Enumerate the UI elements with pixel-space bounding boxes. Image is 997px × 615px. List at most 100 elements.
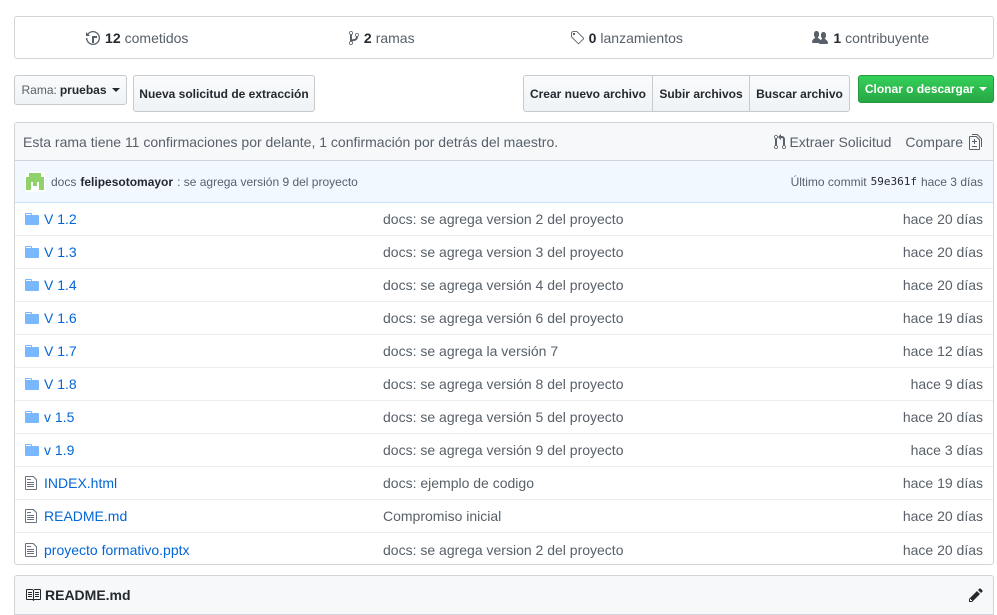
folder-icon bbox=[25, 211, 41, 227]
diff-icon bbox=[969, 133, 982, 150]
file-name-link[interactable]: V 1.7 bbox=[44, 343, 383, 359]
branches-count: 2 bbox=[363, 29, 372, 46]
file-name-link[interactable]: V 1.4 bbox=[44, 277, 383, 293]
file-age: hace 20 días bbox=[902, 277, 983, 293]
file-icon bbox=[25, 542, 41, 558]
file-name-link[interactable]: v 1.9 bbox=[44, 442, 383, 458]
file-navigation: Esta rama tiene 11 confirmaciones por de… bbox=[14, 122, 994, 565]
file-row: V 1.8 docs: se agrega versión 8 del proye… bbox=[15, 368, 993, 401]
file-age: hace 19 días bbox=[902, 475, 983, 491]
file-commit-message[interactable]: docs: se agrega version 3 del proyecto bbox=[383, 244, 883, 260]
file-icon bbox=[25, 508, 41, 524]
releases-label: lanzamientos bbox=[600, 29, 683, 46]
commit-message[interactable]: : se agrega versión 9 del proyecto bbox=[177, 175, 791, 189]
readme-title: README.md bbox=[45, 587, 131, 603]
commit-sha-link[interactable]: 59e361f bbox=[871, 175, 917, 188]
compare-link[interactable]: Compare bbox=[905, 133, 985, 150]
compare-label: Compare bbox=[905, 133, 963, 150]
file-name-link[interactable]: proyecto formativo.pptx bbox=[44, 542, 383, 558]
file-row: V 1.4 docs: se agrega versión 4 del proye… bbox=[15, 269, 993, 302]
file-name-link[interactable]: V 1.8 bbox=[44, 376, 383, 392]
file-commit-message[interactable]: docs: ejemplo de codigo bbox=[383, 475, 883, 491]
folder-icon bbox=[25, 277, 41, 293]
file-commit-message[interactable]: docs: se agrega versión 8 del proyecto bbox=[383, 376, 883, 392]
commit-author-link[interactable]: felipesotomayor bbox=[80, 175, 173, 189]
file-age: hace 9 días bbox=[910, 376, 983, 392]
avatar[interactable] bbox=[25, 171, 45, 192]
file-row: v 1.9 docs: se agrega versión 9 del proye… bbox=[15, 434, 993, 467]
file-commit-message[interactable]: docs: se agrega versión 6 del proyecto bbox=[383, 310, 883, 326]
branch-name: pruebas bbox=[59, 83, 107, 97]
file-list: V 1.2 docs: se agrega version 2 del proye… bbox=[15, 203, 993, 564]
file-row: V 1.7 docs: se agrega la versión 7 hace 12… bbox=[15, 335, 993, 368]
contributors-link[interactable]: 1 contribuyente bbox=[749, 17, 994, 58]
file-commit-message[interactable]: Compromiso inicial bbox=[383, 508, 883, 524]
file-commit-message[interactable]: docs: se agrega versión 5 del proyecto bbox=[383, 409, 883, 425]
file-commit-message[interactable]: docs: se agrega versión 9 del proyecto bbox=[383, 442, 883, 458]
latest-commit-bar: docs felipesotomayor : se agrega versión… bbox=[15, 161, 993, 203]
folder-icon bbox=[25, 442, 41, 458]
file-name-link[interactable]: V 1.2 bbox=[44, 211, 383, 227]
readme-header: README.md bbox=[14, 575, 994, 615]
clone-download-button[interactable]: Clonar o descargar bbox=[858, 75, 994, 103]
pull-request-link[interactable]: Extraer Solicitud bbox=[774, 133, 892, 150]
file-age: hace 12 días bbox=[902, 343, 983, 359]
file-icon bbox=[25, 475, 41, 491]
file-row: README.md Compromiso inicial hace 20 días bbox=[15, 500, 993, 533]
releases-link[interactable]: 0 lanzamientos bbox=[504, 17, 749, 58]
file-name-link[interactable]: README.md bbox=[44, 508, 383, 524]
caret-down-icon bbox=[111, 88, 120, 92]
history-icon bbox=[86, 30, 101, 45]
commits-link[interactable]: 12 cometidos bbox=[15, 17, 260, 58]
contributors-label: contribuyente bbox=[845, 29, 930, 46]
file-age: hace 20 días bbox=[902, 244, 983, 260]
pencil-icon[interactable] bbox=[969, 587, 983, 603]
file-age: hace 20 días bbox=[902, 508, 983, 524]
file-row: V 1.3 docs: se agrega version 3 del proye… bbox=[15, 236, 993, 269]
branch-prefix: Rama: bbox=[21, 83, 57, 97]
file-age: hace 20 días bbox=[902, 541, 983, 558]
book-icon bbox=[26, 589, 41, 601]
file-name-link[interactable]: V 1.3 bbox=[44, 244, 383, 260]
folder-icon bbox=[25, 343, 41, 359]
file-commit-message[interactable]: docs: se agrega version 2 del proyecto bbox=[383, 211, 883, 227]
file-name-link[interactable]: v 1.5 bbox=[44, 409, 383, 425]
file-age: hace 3 días bbox=[910, 442, 983, 458]
new-pull-request-button[interactable]: Nueva solicitud de extracción bbox=[133, 75, 315, 112]
create-new-file-button[interactable]: Crear nuevo archivo bbox=[523, 75, 653, 112]
branch-select-button[interactable]: Rama: pruebas bbox=[14, 75, 127, 105]
people-icon bbox=[812, 30, 829, 44]
branch-infobar: Esta rama tiene 11 confirmaciones por de… bbox=[15, 123, 993, 161]
upload-files-button[interactable]: Subir archivos bbox=[653, 75, 750, 112]
file-row: INDEX.html docs: ejemplo de codigo hace 19… bbox=[15, 467, 993, 500]
commits-label: cometidos bbox=[124, 29, 189, 46]
commit-age: hace 3 días bbox=[920, 174, 983, 189]
branches-link[interactable]: 2 ramas bbox=[260, 17, 505, 58]
find-file-button[interactable]: Buscar archivo bbox=[750, 75, 850, 112]
latest-commit-label: Último commit bbox=[790, 174, 867, 189]
folder-icon bbox=[25, 376, 41, 392]
branch-status-text: Esta rama tiene 11 confirmaciones por de… bbox=[23, 133, 559, 150]
pull-request-label: Extraer Solicitud bbox=[789, 133, 892, 150]
git-pull-request-icon bbox=[774, 133, 787, 149]
contributors-count: 1 bbox=[833, 29, 842, 46]
file-commit-message[interactable]: docs: se agrega la versión 7 bbox=[383, 343, 883, 359]
commits-count: 12 bbox=[105, 29, 121, 46]
file-row: V 1.6 docs: se agrega versión 6 del proye… bbox=[15, 302, 993, 335]
file-commit-message[interactable]: docs: se agrega version 2 del proyecto bbox=[383, 542, 883, 558]
caret-down-icon bbox=[979, 87, 988, 91]
file-age: hace 20 días bbox=[902, 211, 983, 227]
file-name-link[interactable]: V 1.6 bbox=[44, 310, 383, 326]
file-commit-message[interactable]: docs: se agrega versión 4 del proyecto bbox=[383, 277, 883, 293]
file-row: V 1.2 docs: se agrega version 2 del proye… bbox=[15, 203, 993, 236]
file-row: v 1.5 docs: se agrega versión 5 del proye… bbox=[15, 401, 993, 434]
releases-count: 0 bbox=[588, 29, 597, 46]
folder-icon bbox=[25, 244, 41, 260]
repo-numbers-summary: 12 cometidos 2 ramas 0 lanzamientos 1 co… bbox=[14, 16, 994, 59]
branches-label: ramas bbox=[375, 29, 415, 46]
file-row: proyecto formativo.pptx docs: se agrega v… bbox=[15, 533, 993, 564]
tag-icon bbox=[570, 30, 584, 44]
clone-label: Clonar o descargar bbox=[864, 82, 975, 96]
file-name-link[interactable]: INDEX.html bbox=[44, 475, 383, 491]
file-age: hace 19 días bbox=[902, 310, 983, 326]
